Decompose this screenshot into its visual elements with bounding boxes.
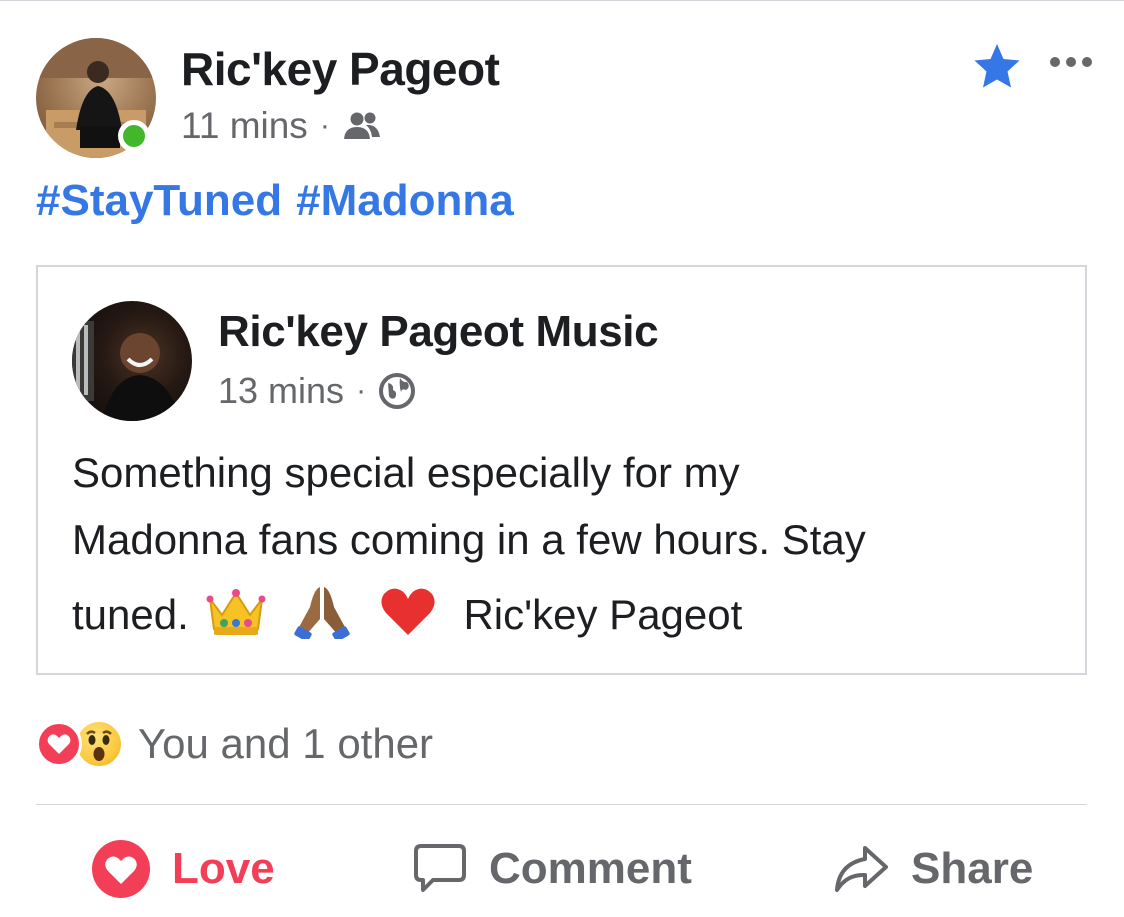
comment-icon [414, 844, 466, 892]
crown-emoji-icon [206, 589, 266, 635]
share-icon [835, 846, 888, 892]
red-heart-emoji-icon [381, 588, 435, 635]
post-text-line: tuned. Ric'key Pageot [72, 581, 1032, 648]
meta-separator: · [319, 109, 330, 142]
globe-icon [379, 373, 416, 409]
love-icon [92, 840, 150, 898]
post-meta: 11 mins · [181, 104, 382, 148]
friends-icon [343, 112, 380, 139]
post-timestamp[interactable]: 11 mins [181, 105, 308, 147]
actions-divider [36, 804, 1087, 805]
post-text-line: Something special especially for my [72, 449, 740, 496]
hashtag-link[interactable]: #Madonna [296, 176, 514, 226]
more-options-icon[interactable] [1048, 54, 1094, 70]
reactions-summary-text[interactable]: You and 1 other [138, 720, 433, 768]
hashtag-link[interactable]: #StayTuned [36, 176, 282, 226]
shared-post-card[interactable]: Ric'key Pageot Music 13 mins · Something… [36, 265, 1087, 675]
share-button[interactable]: Share [833, 832, 1033, 906]
shared-post-timestamp[interactable]: 13 mins [218, 370, 344, 412]
reactions-summary[interactable]: You and 1 other [36, 716, 433, 772]
post-text-line: Madonna fans coming in a few hours. Stay [72, 516, 866, 563]
comment-button-label: Comment [489, 844, 692, 893]
favorite-star-icon[interactable] [972, 42, 1022, 90]
meta-separator: · [356, 374, 367, 407]
shared-post-meta: 13 mins · [218, 369, 416, 413]
post-text-segment[interactable]: Ric'key Pageot [463, 591, 742, 638]
love-button-label: Love [172, 844, 275, 893]
love-button[interactable]: Love [92, 832, 275, 906]
love-reaction-icon [36, 721, 82, 767]
share-button-label: Share [911, 844, 1034, 893]
shared-author-avatar[interactable] [72, 301, 192, 421]
post-author-name[interactable]: Ric'key Pageot [181, 42, 500, 96]
shared-post-text: Something special especially for my Mado… [72, 439, 1032, 648]
comment-button[interactable]: Comment [413, 832, 692, 906]
online-status-dot [118, 120, 150, 152]
post-text-segment: tuned. [72, 591, 189, 638]
shared-post-author[interactable]: Ric'key Pageot Music [218, 307, 659, 357]
top-divider [0, 0, 1124, 1]
folded-hands-emoji-icon [294, 587, 350, 639]
post-hashtags: #StayTuned #Madonna [36, 176, 514, 226]
